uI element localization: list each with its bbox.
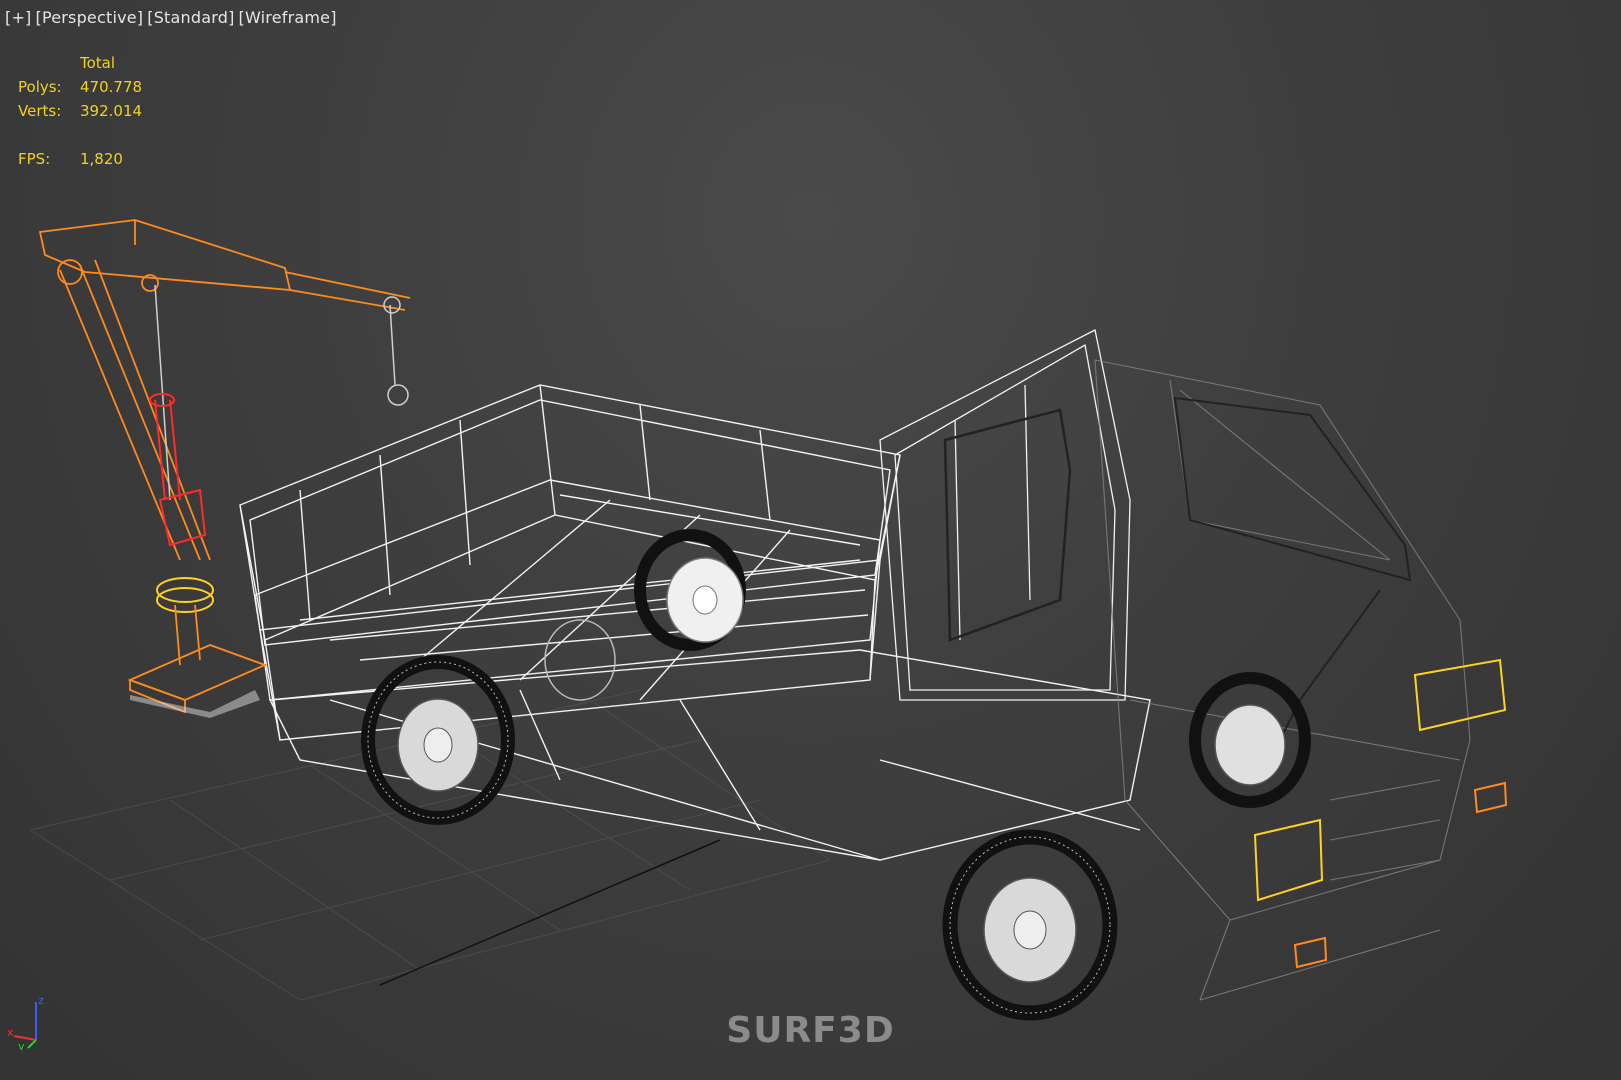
viewport-display-wireframe[interactable]: [Wireframe] xyxy=(239,8,337,27)
crane-arm xyxy=(38,219,411,561)
gizmo-z-label: z xyxy=(38,994,44,1007)
far-front-wheel xyxy=(1189,672,1311,808)
crane-turntable xyxy=(156,577,214,613)
ground-axis-line xyxy=(379,839,721,986)
fps-label: FPS: xyxy=(18,150,51,168)
viewport-label-bar: [+] [Perspective] [Standard] [Wireframe] xyxy=(5,8,341,27)
fps-value: 1,820 xyxy=(80,150,123,168)
spare-wheel xyxy=(634,529,746,651)
viewport-view-perspective[interactable]: [Perspective] xyxy=(36,8,144,27)
far-rear-wheel xyxy=(544,619,616,701)
door-window xyxy=(943,408,1072,642)
viewport-shading-standard[interactable]: [Standard] xyxy=(147,8,234,27)
watermark: SURF3D xyxy=(726,1010,895,1051)
wireframe-scene xyxy=(29,219,1508,1021)
verts-label: Verts: xyxy=(18,102,62,120)
stats-header: Total xyxy=(80,54,116,72)
3d-viewport[interactable]: [+] [Perspective] [Standard] [Wireframe] To… xyxy=(0,0,1621,1080)
truck-cab xyxy=(879,329,1131,701)
verts-value: 392.014 xyxy=(80,102,143,120)
crane-hook xyxy=(154,284,409,501)
polys-label: Polys: xyxy=(18,78,62,96)
wiper xyxy=(1279,589,1381,741)
polys-value: 470.778 xyxy=(80,78,143,96)
marker-lights xyxy=(1293,781,1508,969)
crane-mount-plate xyxy=(130,690,260,718)
crane-cylinder xyxy=(149,393,207,547)
truck-cab-ghost xyxy=(1094,359,1471,1001)
front-wheel xyxy=(942,829,1118,1021)
viewport-menu-plus[interactable]: [+] xyxy=(5,8,32,27)
